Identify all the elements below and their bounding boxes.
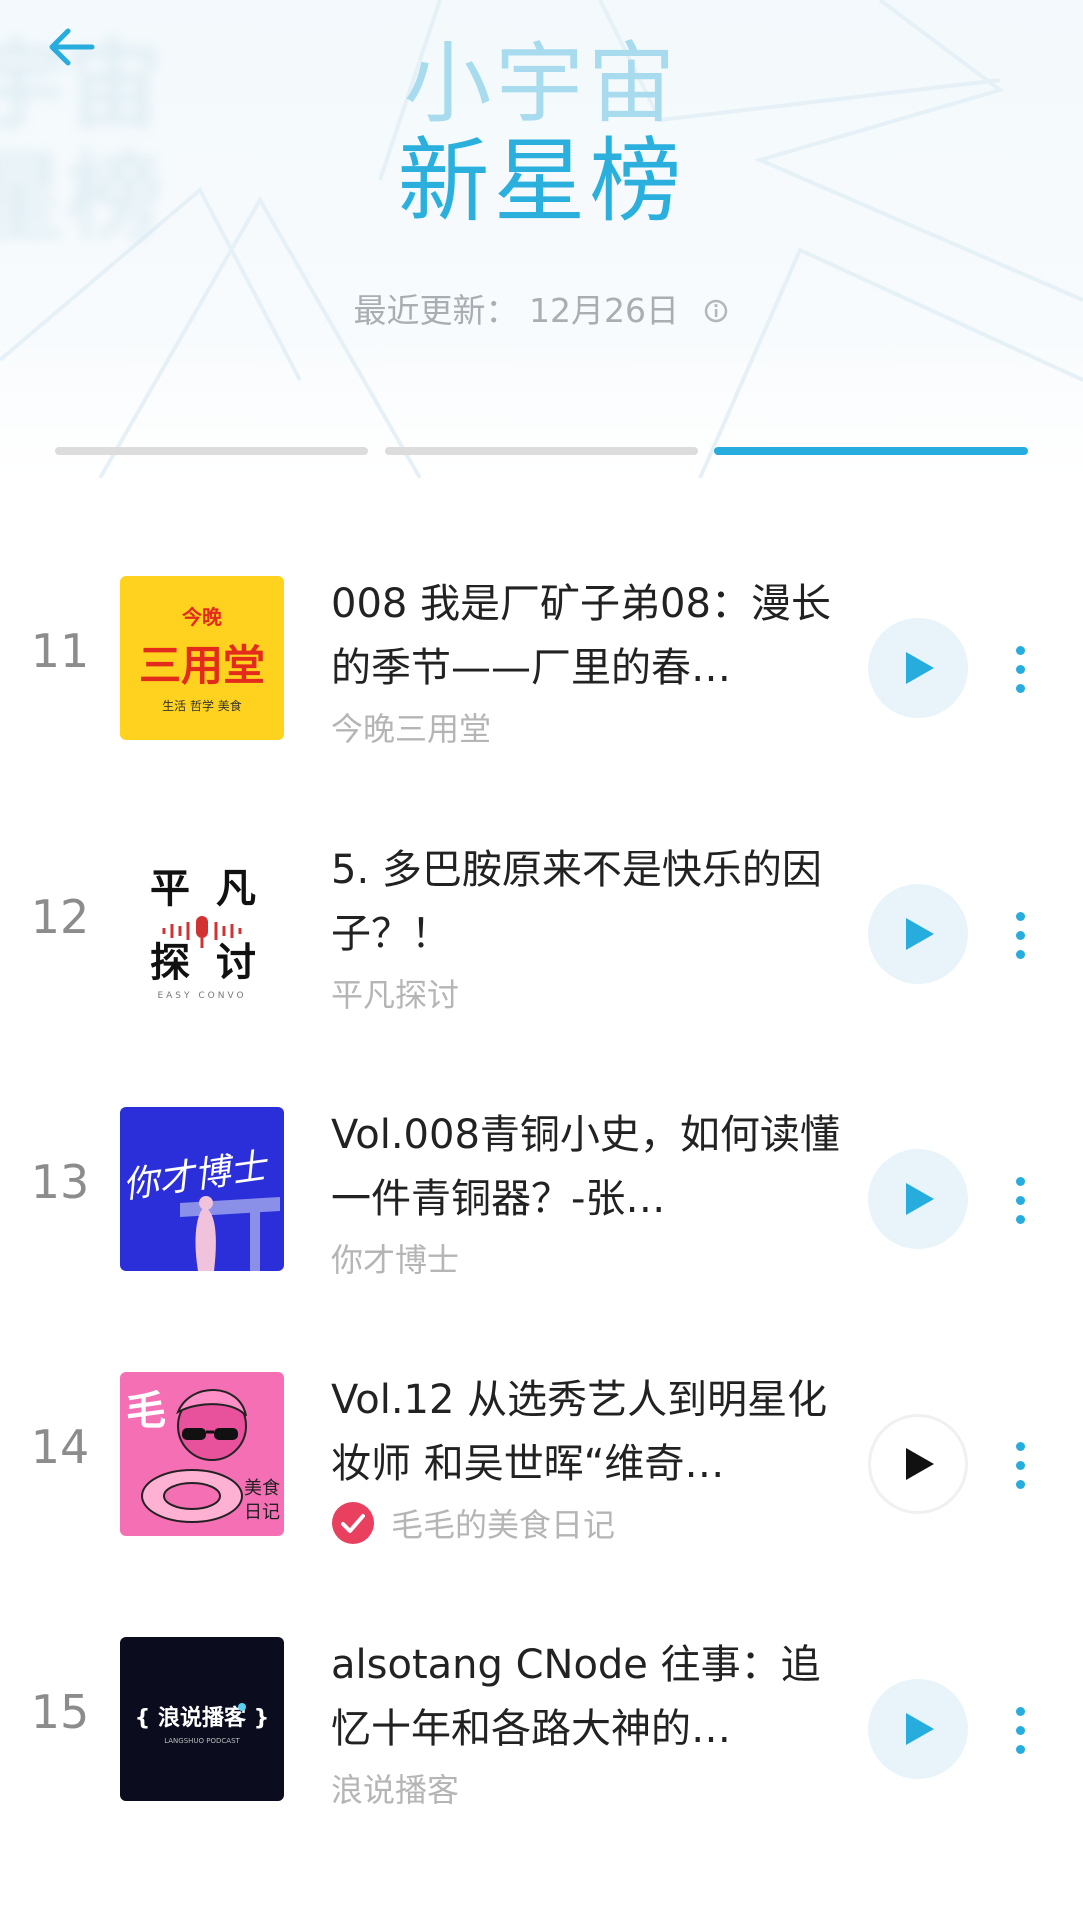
rank-number: 12 [30,890,90,944]
more-options-button[interactable] [1000,1685,1040,1775]
svg-text:今晚: 今晚 [182,605,222,629]
podcast-name[interactable]: 今晚三用堂 [331,704,491,750]
tab-3[interactable] [714,447,1028,455]
play-button[interactable] [868,1679,968,1779]
tab-2[interactable] [385,447,698,455]
podcast-name[interactable]: 浪说播客 [331,1765,459,1811]
list-item[interactable]: 13 你才博士 Vol.008青铜小史，如何读懂一件青铜器？-张… 你才博士 [0,1067,1083,1297]
play-icon [906,918,934,950]
svg-text:{ 浪说播客 }: { 浪说播客 } [135,1705,270,1731]
podcast-cover[interactable]: 毛 美食 日记 [120,1372,284,1536]
play-button[interactable] [868,1414,968,1514]
title-line-2: 新星榜 [397,128,686,235]
rank-number: 13 [30,1155,90,1209]
chart-header: 宇宙 星榜 小宇宙 新星榜 最近更新： 12月26日 [0,0,1083,478]
svg-text:日记: 日记 [244,1502,280,1523]
more-options-button[interactable] [1000,890,1040,980]
list-item[interactable]: 15 { 浪说播客 } LANGSHUO PODCAST alsotang CN… [0,1597,1083,1827]
svg-text:凡: 凡 [216,866,256,912]
rank-number: 15 [30,1685,90,1739]
svg-text:探: 探 [150,940,190,986]
svg-text:三用堂: 三用堂 [139,641,265,690]
play-icon [906,1448,934,1480]
svg-text:LANGSHUO PODCAST: LANGSHUO PODCAST [164,1737,240,1745]
podcast-cover[interactable]: 平 凡 探 讨 EASY CONVO [120,842,284,1006]
info-icon[interactable] [703,293,729,332]
update-label: 最近更新： [353,291,519,330]
list-item[interactable]: 11 今晚 三用堂 生活 哲学 美食 008 我是厂矿子弟08：漫长的季节——厂… [0,536,1083,766]
episode-title[interactable]: Vol.008青铜小史，如何读懂一件青铜器？-张… [331,1103,841,1231]
svg-text:美食: 美食 [244,1478,280,1499]
title-line-1: 小宇宙 [403,32,680,135]
rank-number: 14 [30,1420,90,1474]
verified-check-icon [332,1502,374,1544]
podcast-name-label: 你才博士 [331,1241,460,1279]
svg-text:生活 哲学 美食: 生活 哲学 美食 [162,698,242,713]
update-date: 12月26日 [529,291,679,330]
play-button[interactable] [868,884,968,984]
svg-text:平: 平 [150,866,190,912]
rank-number: 11 [30,624,90,678]
play-button[interactable] [868,1149,968,1249]
play-icon [906,1183,934,1215]
list-item[interactable]: 12 平 凡 探 讨 EASY CONVO 5. 多巴胺原来不是快乐的因子？！ … [0,802,1083,1032]
podcast-name[interactable]: 你才博士 [331,1235,459,1281]
episode-title[interactable]: Vol.12 从选秀艺人到明星化妆师 和吴世晖“维奇… [331,1368,841,1496]
play-icon [906,652,934,684]
more-options-button[interactable] [1000,1155,1040,1245]
podcast-name-label: 今晚三用堂 [331,710,492,748]
play-icon [906,1713,934,1745]
episode-title[interactable]: 008 我是厂矿子弟08：漫长的季节——厂里的春… [331,572,841,700]
podcast-name-label: 毛毛的美食日记 [391,1506,616,1544]
play-button[interactable] [868,618,968,718]
podcast-cover[interactable]: 今晚 三用堂 生活 哲学 美食 [120,576,284,740]
podcast-name-label: 浪说播客 [331,1771,460,1809]
svg-text:EASY CONVO: EASY CONVO [157,991,246,1001]
podcast-name[interactable]: 毛毛的美食日记 [331,1500,615,1546]
episode-title[interactable]: 5. 多巴胺原来不是快乐的因子？！ [331,838,841,966]
more-options-button[interactable] [1000,1420,1040,1510]
more-options-button[interactable] [1000,624,1040,714]
podcast-cover[interactable]: { 浪说播客 } LANGSHUO PODCAST [120,1637,284,1801]
list-item[interactable]: 14 毛 美食 日记 Vol.12 从选秀艺人到明星化妆师 和吴世晖“维奇… 毛… [0,1332,1083,1562]
update-info: 最近更新： 12月26日 [0,284,1083,332]
podcast-name[interactable]: 平凡探讨 [331,970,459,1016]
svg-text:毛: 毛 [126,1388,166,1434]
podcast-cover[interactable]: 你才博士 [120,1107,284,1271]
podcast-name-label: 平凡探讨 [331,976,460,1014]
svg-text:讨: 讨 [216,940,256,986]
tab-1[interactable] [55,447,368,455]
episode-title[interactable]: alsotang CNode 往事：追忆十年和各路大神的… [331,1633,841,1761]
